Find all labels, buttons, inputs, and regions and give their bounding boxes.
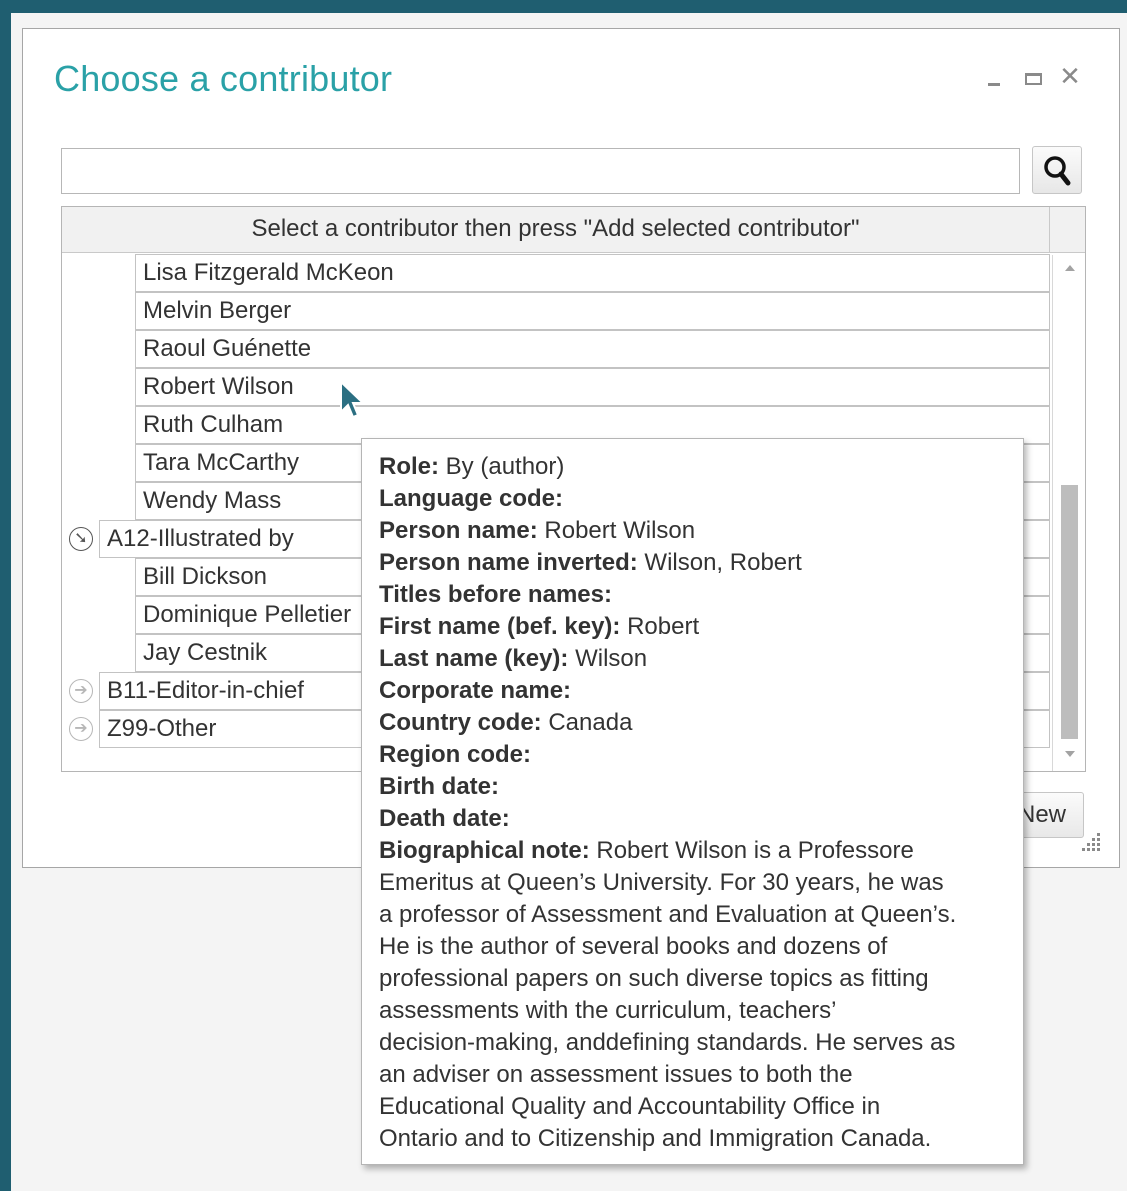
biographical-note-line: decision-making, anddefining standards. …	[379, 1029, 956, 1056]
tooltip-fields: Role: By (author) Language code: Person n…	[379, 451, 1006, 835]
contributor-name: Tara McCarthy	[143, 449, 300, 476]
mouse-pointer-icon	[340, 380, 366, 419]
close-icon[interactable]: ✕	[1058, 62, 1082, 90]
tooltip-field-label: Language code:	[379, 485, 564, 512]
contributor-name: Wendy Mass	[143, 487, 282, 514]
tooltip-field: Death date:	[379, 803, 1006, 835]
tooltip-field-label: Birth date:	[379, 773, 499, 800]
tooltip-field: Corporate name:	[379, 675, 1006, 707]
tooltip-field: First name (bef. key): Robert	[379, 611, 1006, 643]
biographical-note-line: He is the author of several books and do…	[379, 933, 888, 960]
tooltip-field: Language code:	[379, 483, 1006, 515]
expanded-arrow-icon[interactable]: ➘	[69, 527, 93, 551]
search-icon	[1044, 156, 1071, 186]
tooltip-field-value: By (author)	[445, 453, 565, 480]
contributor-name: Ruth Culham	[143, 411, 284, 438]
contributor-row[interactable]: Robert Wilson	[135, 368, 1050, 406]
contributor-row[interactable]: Melvin Berger	[135, 292, 1050, 330]
dialog-title: Choose a contributor	[54, 58, 393, 99]
tooltip-field-label: First name (bef. key):	[379, 613, 621, 640]
group-label: A12-Illustrated by	[107, 525, 294, 552]
search-button[interactable]	[1032, 146, 1082, 194]
biographical-note-label: Biographical note:	[379, 837, 590, 864]
biographical-note-line: Robert Wilson is a Professore	[596, 837, 914, 864]
biographical-note-line: Emeritus at Queen’s University. For 30 y…	[379, 869, 944, 896]
collapsed-arrow-icon[interactable]: ➔	[69, 717, 93, 741]
contributor-name: Lisa Fitzgerald McKeon	[143, 259, 394, 286]
biographical-note-line: Ontario and to Citizenship and Immigrati…	[379, 1125, 932, 1152]
tooltip-field-label: Person name:	[379, 517, 538, 544]
grid-header: Select a contributor then press "Add sel…	[62, 207, 1050, 253]
tooltip-field-label: Country code:	[379, 709, 542, 736]
vertical-scrollbar[interactable]	[1052, 255, 1085, 771]
tooltip-field: Birth date:	[379, 771, 1006, 803]
tooltip-field-label: Region code:	[379, 741, 532, 768]
contributor-name: Dominique Pelletier	[143, 601, 352, 628]
minimize-icon[interactable]	[982, 64, 1006, 92]
scroll-down-icon[interactable]	[1065, 751, 1075, 757]
biographical-note-text: Robert Wilson is a Professore Emeritus at…	[379, 837, 956, 1152]
tooltip-field-label: Corporate name:	[379, 677, 572, 704]
tooltip-field-value: Wilson, Robert	[644, 549, 802, 576]
tooltip-field: Role: By (author)	[379, 451, 1006, 483]
tooltip-field-value: Robert Wilson	[544, 517, 696, 544]
tooltip-field: Person name inverted: Wilson, Robert	[379, 547, 1006, 579]
group-label: Z99-Other	[107, 715, 217, 742]
maximize-icon[interactable]	[1021, 64, 1045, 92]
window-frame-top	[0, 0, 1127, 13]
contributor-row[interactable]: Raoul Guénette	[135, 330, 1050, 368]
tooltip-field-value: Wilson	[575, 645, 648, 672]
tooltip-field: Person name: Robert Wilson	[379, 515, 1006, 547]
biographical-note: Biographical note: Robert Wilson is a Pr…	[379, 835, 1006, 1155]
biographical-note-line: a professor of Assessment and Evaluation…	[379, 901, 957, 928]
biographical-note-line: professional papers on such diverse topi…	[379, 965, 929, 992]
collapsed-arrow-icon[interactable]: ➔	[69, 679, 93, 703]
biographical-note-line: assessments with the curriculum, teacher…	[379, 997, 837, 1024]
contributor-tooltip: Role: By (author) Language code: Person n…	[361, 438, 1024, 1165]
scroll-up-icon[interactable]	[1065, 265, 1075, 271]
tooltip-field: Region code:	[379, 739, 1006, 771]
tooltip-field-label: Death date:	[379, 805, 510, 832]
contributor-name: Raoul Guénette	[143, 335, 312, 362]
scroll-thumb[interactable]	[1061, 485, 1078, 739]
contributor-row[interactable]: Lisa Fitzgerald McKeon	[135, 254, 1050, 292]
tooltip-field-label: Last name (key):	[379, 645, 569, 672]
tooltip-field-label: Role:	[379, 453, 439, 480]
tooltip-field: Country code: Canada	[379, 707, 1006, 739]
contributor-name: Bill Dickson	[143, 563, 268, 590]
grid-header-corner	[1050, 207, 1085, 253]
search-input[interactable]	[61, 148, 1020, 194]
biographical-note-line: Educational Quality and Accountability O…	[379, 1093, 881, 1120]
tooltip-field-value: Canada	[548, 709, 633, 736]
tooltip-field: Titles before names:	[379, 579, 1006, 611]
window-frame-left	[0, 0, 11, 1191]
tooltip-field-value: Robert	[627, 613, 700, 640]
tooltip-field-label: Person name inverted:	[379, 549, 638, 576]
tooltip-field-label: Titles before names:	[379, 581, 612, 608]
contributor-name: Melvin Berger	[143, 297, 292, 324]
contributor-name: Robert Wilson	[143, 373, 294, 400]
biographical-note-line: an adviser on assessment issues to both …	[379, 1061, 853, 1088]
group-label: B11-Editor-in-chief	[107, 677, 304, 704]
resize-grip-icon[interactable]	[1080, 830, 1104, 854]
tooltip-field: Last name (key): Wilson	[379, 643, 1006, 675]
contributor-name: Jay Cestnik	[143, 639, 268, 666]
